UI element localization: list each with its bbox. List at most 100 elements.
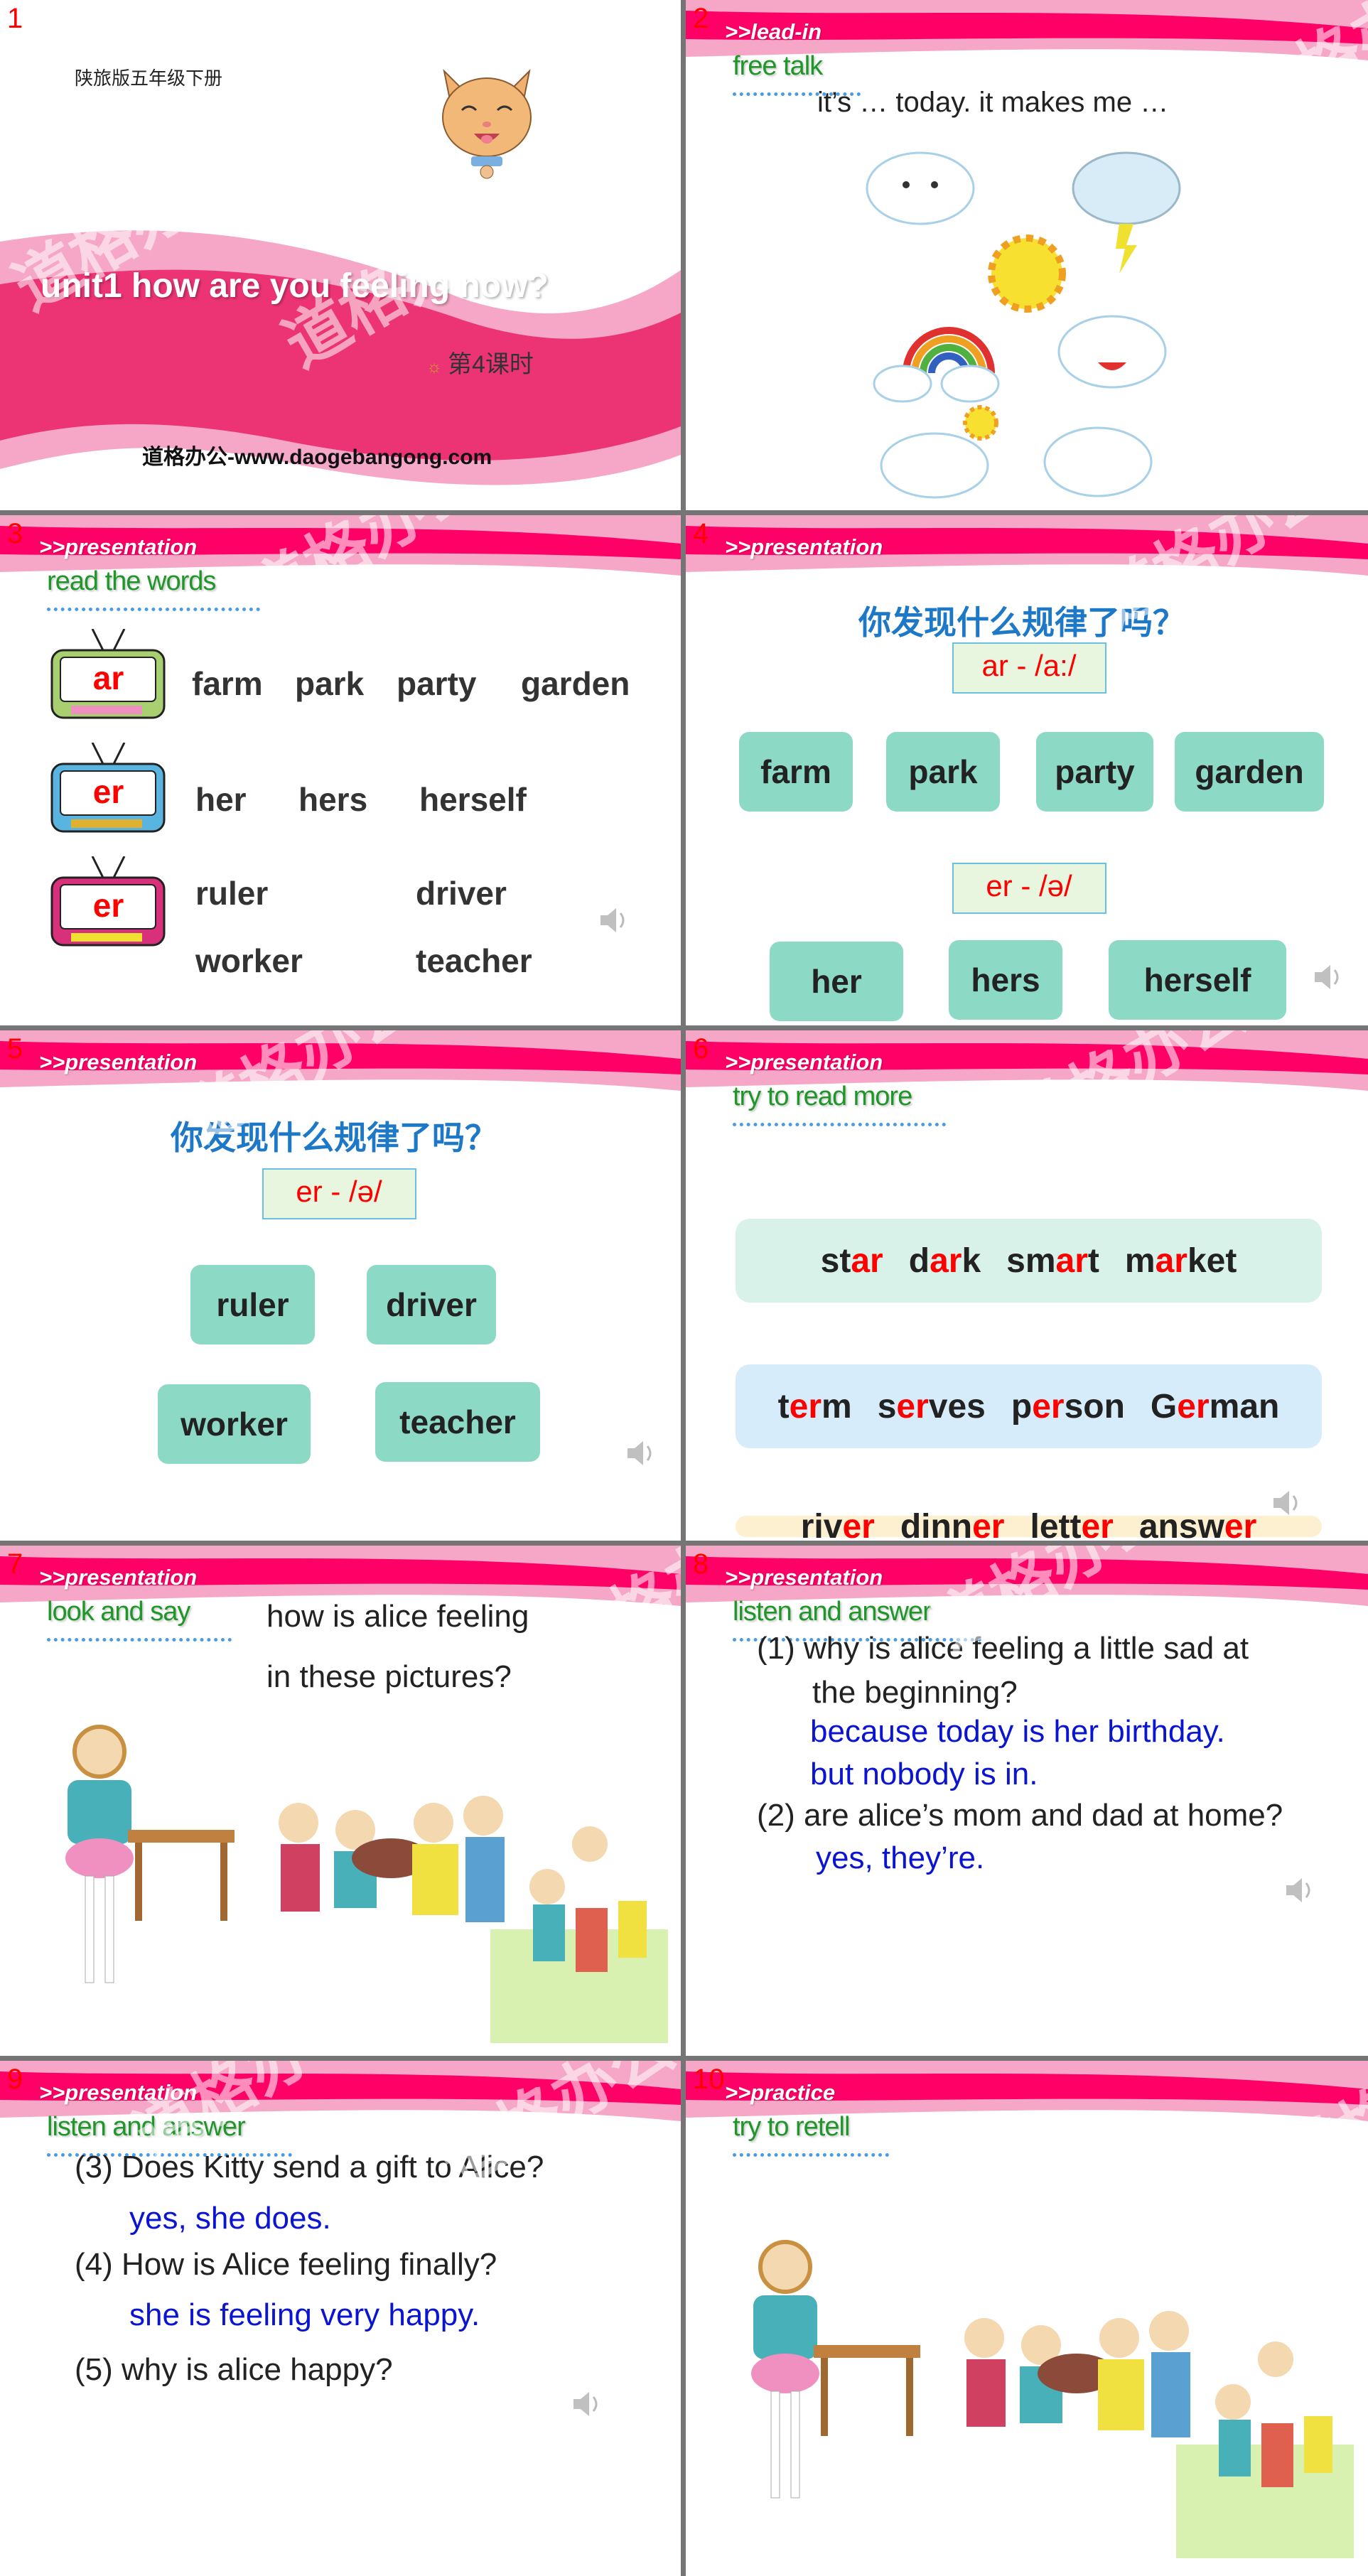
highlighted-letters: er: [842, 1507, 875, 1541]
prompt-text: it’s … today. it makes me …: [817, 87, 1169, 118]
tile-text: garden: [1195, 753, 1304, 790]
tv-label: er: [92, 773, 124, 810]
tv-icon: er: [50, 742, 167, 835]
slide-5[interactable]: 5 >>presentation 你发现什么规律了吗？ er - /ə/ rul…: [0, 1030, 681, 1541]
word: dark: [908, 1241, 981, 1280]
slide-number: 4: [693, 518, 709, 549]
website-credit: 道格办公-www.daogebangong.com: [142, 446, 492, 469]
tile-text: driver: [386, 1286, 477, 1323]
slide-subtitle: listen and answer: [733, 1597, 932, 1627]
subtitle-underline: [47, 1638, 232, 1642]
slide-subtitle: read the words: [47, 566, 216, 596]
section-label: >>presentation: [39, 2080, 198, 2105]
word-tile[interactable]: worker: [158, 1384, 311, 1464]
cloud-icon: [1043, 426, 1153, 497]
sad-alice-figure: [751, 2240, 920, 2499]
partly-cloudy-icon: [880, 405, 998, 499]
slide-number: 1: [7, 3, 23, 34]
answer-line: yes, she does.: [129, 2201, 331, 2236]
slide-3[interactable]: 3 >>presentation read the words ar farm …: [0, 515, 681, 1025]
speaker-icon[interactable]: [1311, 959, 1347, 995]
section-label: >>lead-in: [725, 19, 822, 44]
word-tile[interactable]: park: [886, 732, 1000, 812]
highlighted-letters: er: [789, 1387, 822, 1426]
word-tile[interactable]: hers: [949, 940, 1062, 1020]
highlighted-letters: er: [972, 1507, 1005, 1541]
tile-text: herself: [1143, 961, 1251, 998]
highlighted-letters: ar: [851, 1241, 883, 1280]
pattern-scroll: er - /ə/: [257, 1162, 421, 1226]
word-tile[interactable]: party: [1036, 732, 1153, 812]
word-tile[interactable]: driver: [367, 1265, 496, 1344]
word: German: [1150, 1387, 1280, 1426]
slide-subtitle: try to read more: [733, 1082, 912, 1111]
slide-7[interactable]: 7 >>presentation look and say how is ali…: [0, 1546, 681, 2056]
speaker-icon[interactable]: [597, 902, 632, 938]
slide-1[interactable]: 1 陕旅版五年级下册 unit1 how are you feeling now…: [0, 0, 681, 510]
sun-icon: [988, 235, 1066, 313]
speaker-icon[interactable]: [624, 1435, 659, 1471]
word: teacher: [416, 942, 532, 979]
word: party: [397, 665, 477, 702]
slide-title: unit1 how are you feeling now?: [41, 267, 549, 305]
section-label: >>presentation: [725, 1050, 883, 1074]
slide-number: 9: [7, 2064, 23, 2095]
story-illustration: [714, 2231, 1354, 2565]
rain-cloud-icon: [866, 151, 975, 225]
pattern-scroll: ar - /a:/: [947, 636, 1111, 700]
word-tile[interactable]: her: [770, 942, 903, 1021]
slide-10[interactable]: 10 >>practice try to retell 道格办公: [686, 2061, 1368, 2576]
story-illustration: [28, 1716, 668, 2050]
question-line: (3) Does Kitty send a gift to Alice?: [75, 2150, 544, 2184]
word-row: star dark smart market: [736, 1219, 1322, 1303]
word-tile[interactable]: garden: [1175, 732, 1324, 812]
word: driver: [416, 875, 507, 912]
word: term: [777, 1387, 852, 1426]
happy-scene-figure: [490, 1826, 668, 2043]
question-line: in these pictures?: [266, 1659, 512, 1694]
tile-text: teacher: [399, 1403, 516, 1440]
tv-icon: er: [50, 856, 167, 949]
slide-number: 3: [7, 518, 23, 549]
happy-scene-figure: [1176, 2341, 1354, 2558]
slide-8[interactable]: 8 >>presentation listen and answer (1) w…: [686, 1546, 1368, 2056]
answer-line: she is feeling very happy.: [129, 2297, 480, 2332]
slide-subtitle: try to retell: [733, 2112, 850, 2142]
question-line: (5) why is alice happy?: [75, 2352, 393, 2387]
word-tile[interactable]: herself: [1109, 940, 1286, 1020]
word: person: [1011, 1387, 1125, 1426]
word: garden: [521, 665, 630, 702]
subtitle-underline: [733, 2153, 889, 2157]
highlighted-letters: ar: [1055, 1241, 1088, 1280]
slide-4[interactable]: 4 >>presentation 你发现什么规律了吗？ ar - /a:/ fa…: [686, 515, 1368, 1025]
pattern-scroll: er - /ə/: [947, 856, 1111, 920]
question-line: the beginning?: [812, 1675, 1018, 1710]
section-label: >>presentation: [725, 534, 883, 559]
slide-subtitle: look and say: [47, 1597, 190, 1627]
section-label: >>presentation: [39, 1050, 198, 1074]
word-row: river dinner letter answer: [736, 1508, 1322, 1541]
question-heading: 你发现什么规律了吗？: [171, 1119, 497, 1156]
weather-icons-illustration: [863, 139, 1183, 508]
storm-cloud-icon: [1072, 151, 1181, 274]
word-tile[interactable]: farm: [739, 732, 853, 812]
word-tile[interactable]: teacher: [375, 1382, 540, 1462]
speaker-icon[interactable]: [1283, 1872, 1318, 1908]
party-group-figure: [964, 2311, 1190, 2437]
speaker-icon[interactable]: [1270, 1485, 1305, 1521]
lesson-label: ☼ 第4课时: [426, 345, 534, 379]
lesson-text: 第4课时: [448, 351, 534, 378]
word-row: term serves person German: [736, 1364, 1322, 1448]
word-tile[interactable]: ruler: [190, 1265, 315, 1344]
slide-number: 7: [7, 1548, 23, 1580]
section-label: >>presentation: [725, 1565, 883, 1590]
tile-text: her: [811, 963, 862, 1000]
slide-6[interactable]: 6 >>presentation try to read more star da…: [686, 1030, 1368, 1541]
slide-number: 6: [693, 1033, 709, 1065]
slide-2[interactable]: 2 >>lead-in free talk it’s … today. it m…: [686, 0, 1368, 510]
speaker-icon[interactable]: [570, 2386, 605, 2422]
tv-label: er: [92, 887, 124, 924]
word: smart: [1006, 1241, 1099, 1280]
slide-9[interactable]: 9 >>presentation listen and answer (3) D…: [0, 2061, 681, 2576]
bullet-icon: ☼: [426, 357, 442, 377]
